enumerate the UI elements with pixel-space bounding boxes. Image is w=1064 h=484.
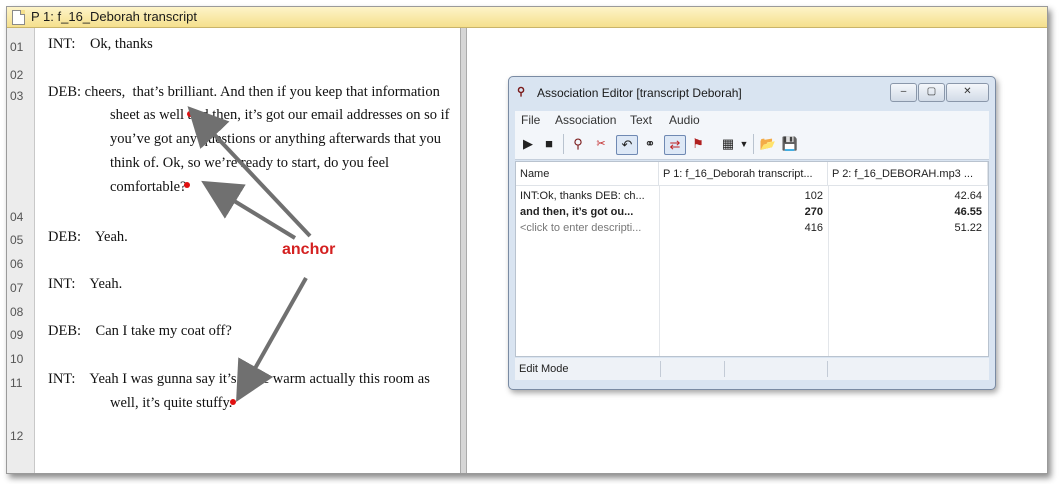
- line-number: 02: [10, 68, 24, 82]
- save-icon[interactable]: 💾: [781, 135, 799, 153]
- open-folder-icon[interactable]: 📂: [759, 135, 777, 153]
- anchor-marker[interactable]: [184, 182, 190, 188]
- link-icon[interactable]: ⚭: [641, 135, 659, 153]
- menu-association[interactable]: Association: [555, 113, 616, 127]
- transcript-line[interactable]: well, it’s quite stuffy.: [110, 395, 232, 412]
- line-number: 03: [10, 89, 24, 103]
- row-text-position[interactable]: 102: [659, 189, 823, 204]
- new-association-icon[interactable]: ⚲: [569, 135, 587, 153]
- transcript-line[interactable]: INT: Yeah.: [48, 276, 122, 293]
- delete-association-icon[interactable]: ✂: [592, 135, 610, 153]
- row-audio-position[interactable]: 42.64: [828, 189, 982, 204]
- stop-icon[interactable]: ■: [542, 135, 556, 153]
- minimize-button[interactable]: –: [890, 83, 917, 102]
- play-icon[interactable]: ▶: [521, 135, 535, 153]
- status-divider: [660, 361, 661, 377]
- association-editor-icon: ⚲: [517, 86, 526, 98]
- menu-text[interactable]: Text: [630, 113, 652, 127]
- toolbar-separator: [563, 134, 564, 154]
- line-number: 12: [10, 429, 24, 443]
- sync-icon[interactable]: ⇄: [664, 135, 686, 155]
- editor-title-bar[interactable]: ⚲ Association Editor [transcript Deborah…: [509, 77, 995, 107]
- association-table: Name P 1: f_16_Deborah transcript... P 2…: [515, 161, 989, 357]
- line-number-gutter: 01 02 03 04 05 06 07 08 09 10 11 12: [7, 28, 35, 473]
- row-name[interactable]: <click to enter descripti...: [520, 221, 656, 236]
- anchor-marker[interactable]: [187, 111, 193, 117]
- line-number: 06: [10, 257, 24, 271]
- transcript-line[interactable]: you’ve got any questions or anything aft…: [110, 131, 441, 148]
- row-audio-position[interactable]: 46.55: [828, 205, 982, 220]
- row-text-position[interactable]: 270: [659, 205, 823, 220]
- row-audio-position[interactable]: 51.22: [828, 221, 982, 236]
- anchor-label: anchor: [282, 241, 336, 258]
- document-title: P 1: f_16_Deborah transcript: [31, 9, 197, 24]
- chevron-down-icon[interactable]: ▼: [739, 135, 749, 153]
- transcript-line[interactable]: INT: Ok, thanks: [48, 36, 153, 53]
- anchor-marker[interactable]: [230, 399, 236, 405]
- transcript-line[interactable]: DEB: Yeah.: [48, 229, 128, 246]
- line-number: 01: [10, 40, 24, 54]
- line-number: 09: [10, 328, 24, 342]
- menu-audio[interactable]: Audio: [669, 113, 700, 127]
- status-divider: [827, 361, 828, 377]
- line-number: 05: [10, 233, 24, 247]
- transcript-line[interactable]: DEB: cheers, that’s brilliant. And then …: [48, 84, 440, 101]
- transcript-text-pane[interactable]: INT: Ok, thanks DEB: cheers, that’s bril…: [35, 28, 459, 473]
- transcript-line[interactable]: sheet as well and then, it’s got our ema…: [110, 107, 449, 124]
- column-header-name[interactable]: Name: [516, 162, 659, 186]
- editor-toolbar: ▶ ■ ⚲ ✂ ↶ ⚭ ⇄ ⚑ ▦ ▼ 📂 💾: [515, 129, 989, 160]
- column-header-audio-position[interactable]: P 2: f_16_DEBORAH.mp3 ...: [828, 162, 988, 186]
- row-text-position[interactable]: 416: [659, 221, 823, 236]
- line-number: 11: [10, 376, 23, 390]
- line-number: 07: [10, 281, 24, 295]
- toolbar-separator: [753, 134, 754, 154]
- maximize-button[interactable]: ▢: [918, 83, 945, 102]
- editor-title: Association Editor [transcript Deborah]: [537, 86, 742, 100]
- row-name[interactable]: INT:Ok, thanks DEB: ch...: [520, 189, 656, 204]
- undo-icon[interactable]: ↶: [616, 135, 638, 155]
- document-title-bar: P 1: f_16_Deborah transcript: [7, 7, 1047, 28]
- editor-status-bar: Edit Mode: [515, 358, 989, 380]
- pane-splitter[interactable]: [460, 28, 467, 473]
- document-icon: [12, 10, 25, 25]
- line-number: 04: [10, 210, 24, 224]
- association-editor-window: ⚲ Association Editor [transcript Deborah…: [508, 76, 996, 390]
- editor-menu-bar: File Association Text Audio: [515, 111, 989, 129]
- line-number: 08: [10, 305, 24, 319]
- transcript-line[interactable]: think of. Ok, so we’re ready to start, d…: [110, 155, 389, 172]
- close-button[interactable]: ✕: [946, 83, 989, 102]
- transcript-line[interactable]: comfortable?: [110, 179, 187, 196]
- menu-file[interactable]: File: [521, 113, 540, 127]
- status-divider: [724, 361, 725, 377]
- set-anchor-icon[interactable]: ⚑: [689, 135, 707, 153]
- row-name[interactable]: and then, it’s got ou...: [520, 205, 656, 220]
- transcript-line[interactable]: DEB: Can I take my coat off?: [48, 323, 232, 340]
- transcript-line[interactable]: INT: Yeah I was gunna say it’s quite war…: [48, 371, 430, 388]
- line-number: 10: [10, 352, 24, 366]
- table-view-icon[interactable]: ▦: [719, 135, 737, 153]
- status-mode: Edit Mode: [519, 363, 569, 375]
- column-header-text-position[interactable]: P 1: f_16_Deborah transcript...: [659, 162, 828, 186]
